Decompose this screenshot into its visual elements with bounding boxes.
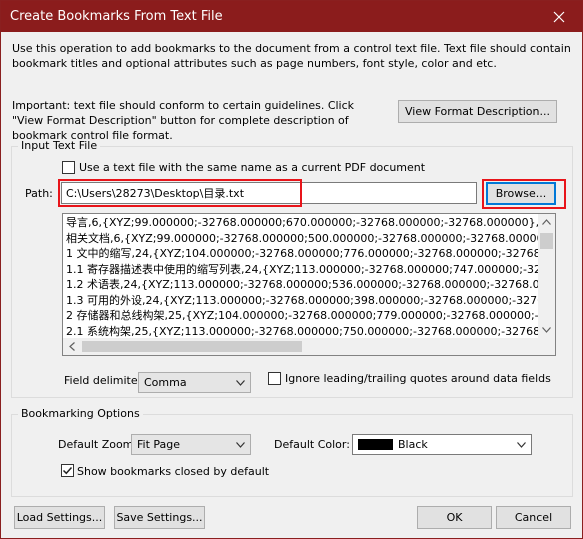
ok-button[interactable]: OK — [417, 506, 492, 529]
close-button[interactable] — [536, 1, 582, 32]
default-color-select[interactable]: Black — [352, 434, 532, 455]
preview-line: 2 存储器和总线构架,25,{XYZ;104.000000;-32768.000… — [66, 309, 540, 322]
preview-line: 导言,6,{XYZ;99.000000;-32768.000000;670.00… — [66, 216, 540, 229]
vertical-scroll-thumb[interactable] — [540, 233, 553, 249]
file-preview-textbox[interactable]: 导言,6,{XYZ;99.000000;-32768.000000;670.00… — [62, 213, 556, 356]
important-text: Important: text file should conform to c… — [12, 99, 355, 142]
field-delimiter-label: Field delimiter: — [64, 374, 146, 387]
intro-text: Use this operation to add bookmarks to t… — [12, 42, 571, 70]
default-zoom-select[interactable]: Fit Page — [131, 434, 251, 455]
default-zoom-value: Fit Page — [137, 438, 181, 451]
preview-line: 相关文档,6,{XYZ;99.000000;-32768.000000;500.… — [66, 231, 540, 245]
scrollbar-corner — [538, 338, 555, 355]
same-name-checkbox-label[interactable]: Use a text file with the same name as a … — [79, 161, 425, 174]
dialog-window: Create Bookmarks From Text File Use this… — [0, 0, 583, 539]
preview-line: 2.1 系统构架,25,{XYZ;113.000000;-32768.00000… — [66, 324, 540, 338]
horizontal-scroll-thumb[interactable] — [82, 341, 302, 352]
save-settings-button[interactable]: Save Settings... — [114, 506, 205, 529]
input-text-file-group-label: Input Text File — [18, 139, 101, 152]
preview-line: 1.1 寄存器描述表中使用的缩写列表,24,{XYZ;113.000000;-3… — [66, 262, 540, 276]
default-zoom-label: Default Zoom: — [58, 438, 138, 451]
preview-line: 1.2 术语表,24,{XYZ;113.000000;-32768.000000… — [66, 278, 540, 291]
default-color-value: Black — [398, 438, 428, 451]
chevron-down-icon — [236, 379, 245, 386]
horizontal-scrollbar[interactable] — [63, 338, 555, 355]
ignore-quotes-checkbox-label[interactable]: Ignore leading/trailing quotes around da… — [285, 372, 551, 385]
bookmarking-options-group-label: Bookmarking Options — [18, 407, 143, 420]
view-format-description-button[interactable]: View Format Description... — [398, 100, 557, 123]
title-bar[interactable]: Create Bookmarks From Text File — [1, 1, 582, 32]
preview-line: 1.3 可用的外设,24,{XYZ;113.000000;-32768.0000… — [66, 293, 540, 307]
vertical-scrollbar[interactable] — [538, 214, 555, 339]
file-preview-lines: 导言,6,{XYZ;99.000000;-32768.000000;670.00… — [66, 215, 540, 339]
same-name-checkbox[interactable] — [62, 161, 75, 174]
window-title: Create Bookmarks From Text File — [10, 9, 223, 24]
chevron-down-icon — [236, 441, 245, 448]
color-swatch — [358, 439, 393, 450]
ignore-quotes-checkbox[interactable] — [268, 372, 281, 385]
checkmark-icon — [62, 466, 73, 475]
scroll-up-icon[interactable] — [542, 219, 551, 225]
close-icon — [553, 11, 565, 22]
path-label: Path: — [25, 187, 53, 200]
show-closed-checkbox-label[interactable]: Show bookmarks closed by default — [77, 465, 269, 478]
field-delimiter-value: Comma — [144, 376, 187, 389]
load-settings-button[interactable]: Load Settings... — [14, 506, 105, 529]
field-delimiter-select[interactable]: Comma — [138, 372, 251, 393]
show-closed-checkbox[interactable] — [61, 464, 74, 477]
path-highlight-box — [58, 179, 302, 207]
preview-line: 1 文中的缩写,24,{XYZ;104.000000;-32768.000000… — [66, 247, 540, 260]
bookmarking-options-group — [11, 414, 573, 497]
scroll-down-icon[interactable] — [542, 327, 551, 333]
scroll-left-icon[interactable] — [69, 342, 75, 351]
chevron-down-icon — [517, 441, 526, 448]
default-color-label: Default Color: — [274, 438, 350, 451]
cancel-button[interactable]: Cancel — [496, 506, 571, 529]
browse-highlight-box — [482, 179, 566, 209]
